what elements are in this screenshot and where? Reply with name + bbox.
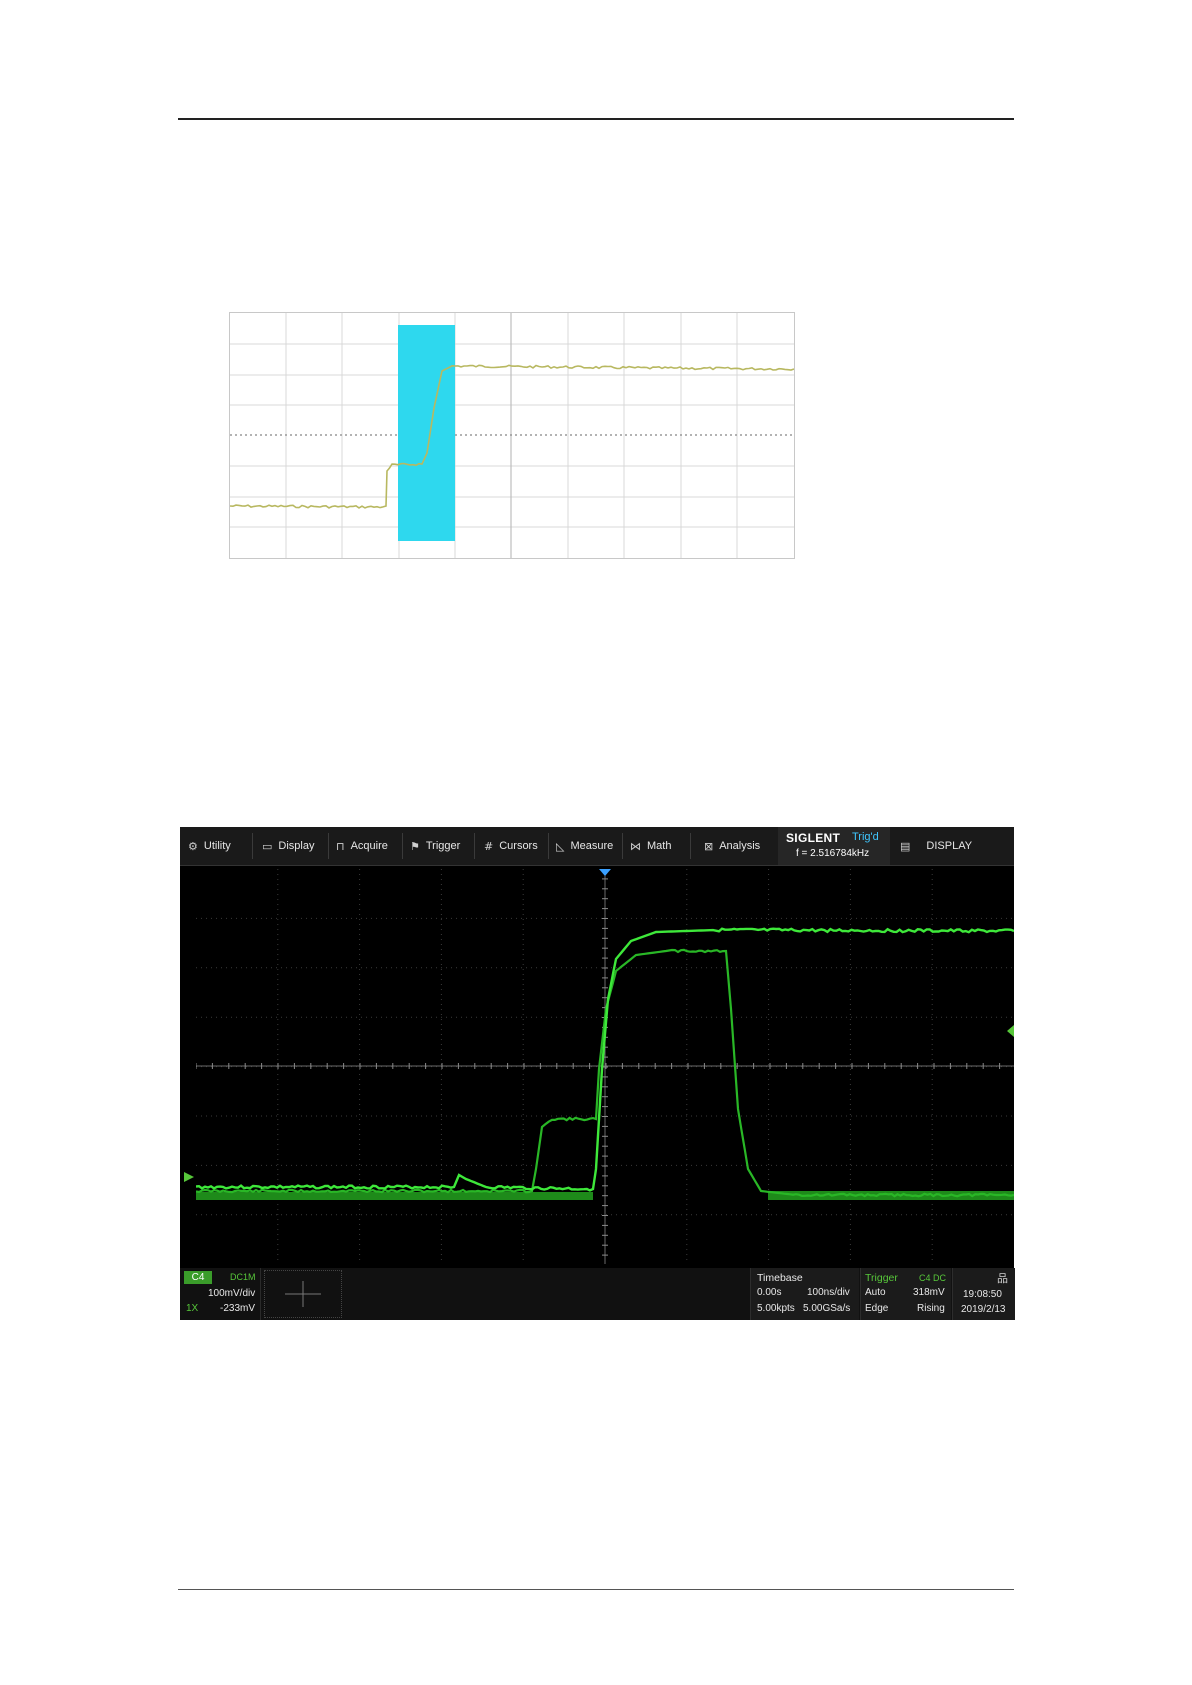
- menu-math[interactable]: ⋈ Math: [630, 827, 671, 865]
- trigger-state: Trig'd: [852, 831, 879, 843]
- thumbnail-grid: [230, 313, 794, 558]
- menu-acquire[interactable]: ⊓ Acquire: [336, 827, 388, 865]
- menu-measure[interactable]: ◺ Measure: [556, 827, 613, 865]
- oscilloscope-screen: ⚙ Utility ▭ Display ⊓ Acquire ⚑ Trigger # Cur…: [180, 827, 1015, 1320]
- timebase-memory: 5.00kpts: [757, 1303, 795, 1314]
- menu-analysis[interactable]: ⊠ Analysis: [704, 827, 760, 865]
- channel-offset: -233mV: [220, 1303, 256, 1314]
- trigger-title: Trigger: [865, 1272, 898, 1284]
- frequency-readout: f = 2.516784kHz: [796, 848, 870, 859]
- timebase-scale: 100ns/div: [807, 1287, 850, 1298]
- waveform-display[interactable]: [196, 869, 1014, 1264]
- measure-icon: ◺: [556, 839, 565, 853]
- menu-math-label: Math: [647, 840, 672, 852]
- menu-cursors[interactable]: # Cursors: [484, 827, 538, 865]
- channel-scale: 100mV/div: [208, 1288, 256, 1299]
- menu-measure-label: Measure: [570, 840, 614, 852]
- cursors-icon: #: [484, 839, 494, 853]
- menu-display[interactable]: ▭ Display: [262, 827, 314, 865]
- menu-cursors-label: Cursors: [499, 840, 538, 852]
- thumbnail-highlight-region: [398, 325, 455, 541]
- trigger-slope: Rising: [917, 1303, 945, 1314]
- footer-rule: [178, 1589, 1014, 1590]
- channel-tag: C4: [184, 1271, 212, 1284]
- menu-acquire-label: Acquire: [350, 840, 388, 852]
- acquire-icon: ⊓: [336, 839, 345, 853]
- timebase-sample-rate: 5.00GSa/s: [803, 1303, 851, 1314]
- brand-logo: SIGLENT: [786, 831, 841, 845]
- math-icon: ⋈: [630, 839, 641, 853]
- status-brand-panel: SIGLENT Trig'd f = 2.516784kHz: [778, 827, 890, 865]
- channel-probe: 1X: [186, 1303, 199, 1314]
- menu-trigger[interactable]: ⚑ Trigger: [410, 827, 460, 865]
- trigger-type: Edge: [865, 1303, 889, 1314]
- display-button[interactable]: ▤ DISPLAY: [900, 827, 972, 865]
- monitor-icon: ▭: [262, 839, 273, 853]
- channel-offset-marker[interactable]: [184, 1172, 194, 1182]
- trigger-mode: Auto: [865, 1287, 886, 1298]
- menu-bar: ⚙ Utility ▭ Display ⊓ Acquire ⚑ Trigger # Cur…: [180, 827, 1014, 866]
- thumbnail-trace: [230, 364, 794, 509]
- channel-coupling: DC1M: [230, 1272, 256, 1282]
- menu-analysis-label: Analysis: [719, 840, 761, 852]
- trigger-panel[interactable]: Trigger C4 DC Auto 318mV Edge Rising: [860, 1268, 951, 1320]
- display-button-label: DISPLAY: [926, 840, 973, 852]
- timebase-delay: 0.00s: [757, 1287, 782, 1298]
- menu-utility[interactable]: ⚙ Utility: [188, 827, 231, 865]
- analysis-icon: ⊠: [704, 839, 714, 853]
- document-icon: ▤: [900, 840, 911, 853]
- gear-icon: ⚙: [188, 839, 198, 853]
- trace-band-low-left: [196, 1192, 593, 1200]
- trigger-source: C4 DC: [919, 1273, 947, 1283]
- menu-display-label: Display: [278, 840, 315, 852]
- flag-icon: ⚑: [410, 839, 420, 853]
- thumbnail-waveform-figure: [229, 312, 795, 559]
- header-rule: [178, 118, 1014, 120]
- add-channel-slot[interactable]: [264, 1270, 342, 1318]
- timebase-panel[interactable]: Timebase 0.00s 100ns/div 5.00kpts 5.00GS…: [750, 1268, 859, 1320]
- menu-trigger-label: Trigger: [425, 840, 461, 852]
- clock-panel: 品 19:08:50 2019/2/13: [952, 1268, 1015, 1320]
- clock-date: 2019/2/13: [961, 1304, 1006, 1315]
- channel-info[interactable]: C4 DC1M 100mV/div 1X -233mV: [180, 1268, 261, 1320]
- trigger-level: 318mV: [913, 1287, 945, 1298]
- clock-time: 19:08:50: [963, 1289, 1002, 1300]
- status-bar: C4 DC1M 100mV/div 1X -233mV Timebase 0.0…: [180, 1268, 1015, 1320]
- menu-utility-label: Utility: [203, 840, 231, 852]
- network-icon: 品: [997, 1272, 1008, 1285]
- timebase-title: Timebase: [757, 1272, 803, 1284]
